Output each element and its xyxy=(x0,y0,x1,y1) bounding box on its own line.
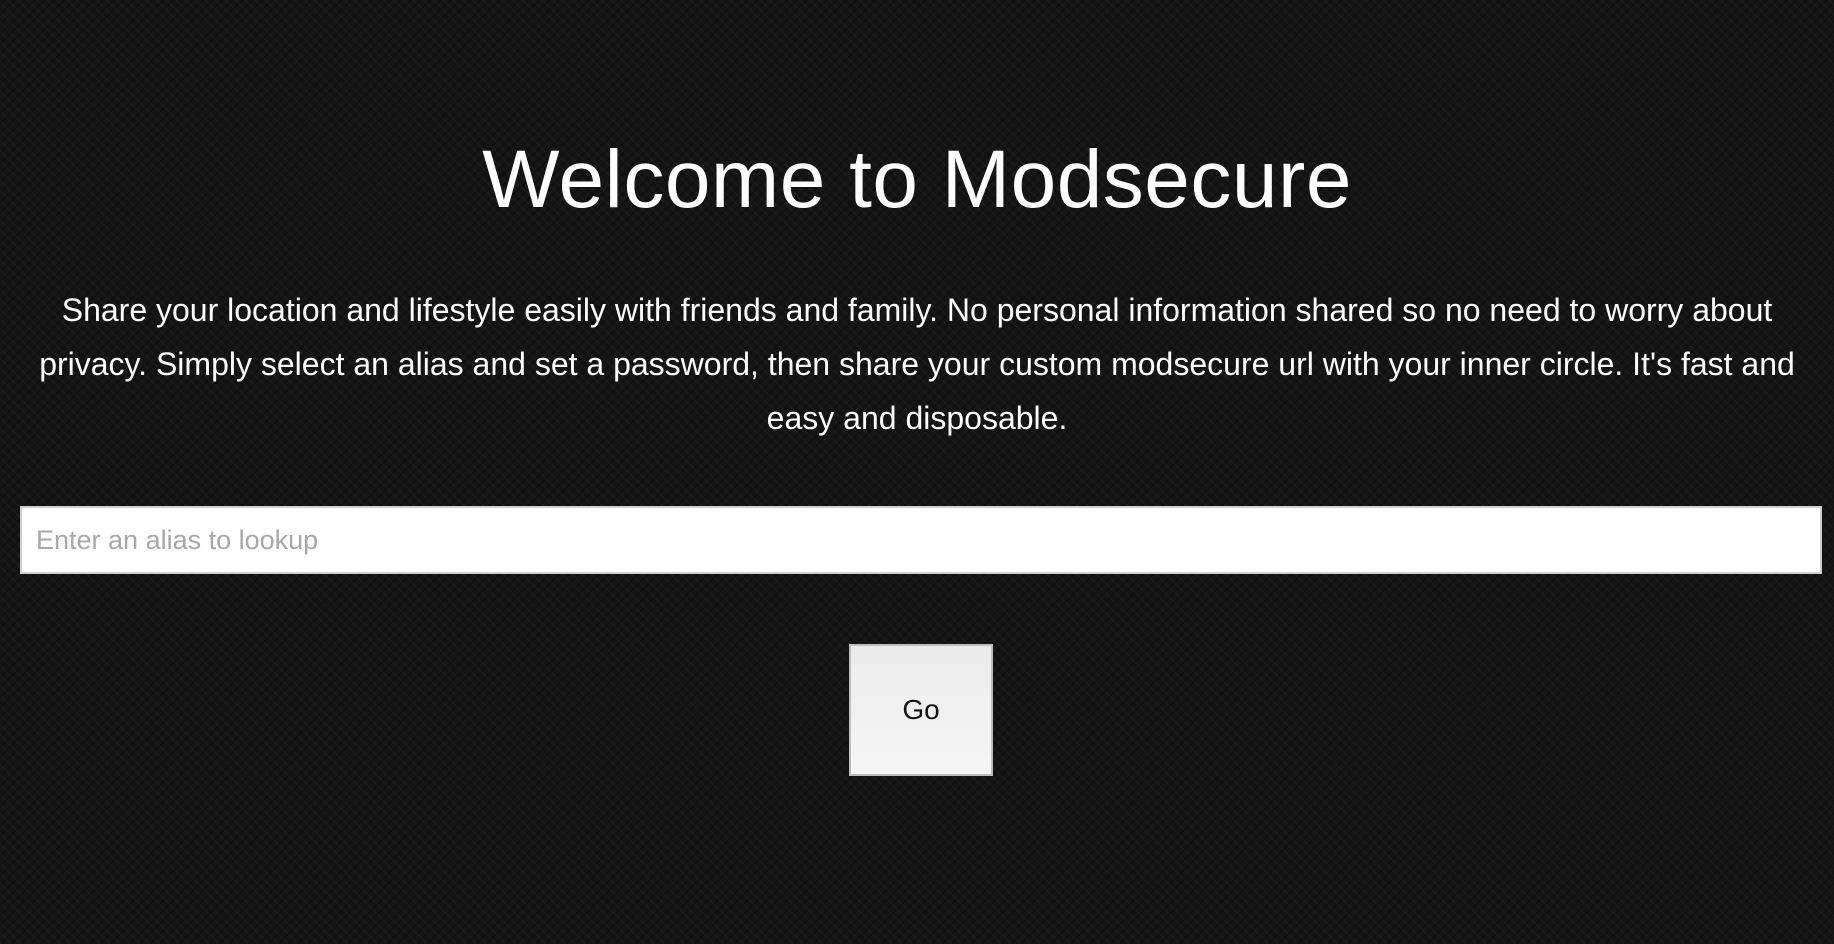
page-title: Welcome to Modsecure xyxy=(482,134,1352,225)
intro-description: Share your location and lifestyle easily… xyxy=(39,292,1795,436)
alias-lookup-input[interactable] xyxy=(20,506,1822,574)
main-container: Welcome to Modsecure Share your location… xyxy=(0,0,1834,944)
go-button[interactable]: Go xyxy=(849,644,993,776)
